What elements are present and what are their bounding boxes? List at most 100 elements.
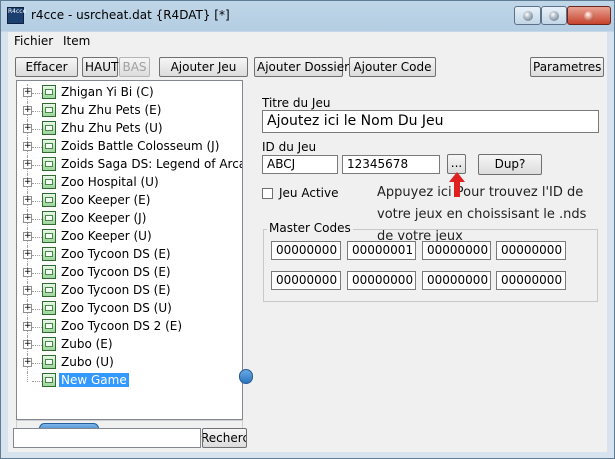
tree-item[interactable]: + Zubo (E) [17, 336, 242, 354]
master-code-field[interactable]: 00000000 [422, 241, 491, 260]
expand-plus-icon[interactable]: + [23, 358, 32, 367]
master-code-field[interactable]: 00000000 [496, 241, 566, 260]
master-code-field[interactable]: 00000000 [422, 271, 491, 290]
expand-plus-icon[interactable]: + [23, 124, 32, 133]
bas-button[interactable]: BAS [119, 57, 150, 77]
expand-plus-icon[interactable]: + [23, 232, 32, 241]
tree-line [32, 111, 42, 113]
vertical-scrollbar-thumb[interactable] [239, 369, 253, 384]
game-icon [42, 157, 56, 171]
game-icon [42, 247, 56, 261]
title-bar[interactable]: R4cce r4cce - usrcheat.dat {R4DAT} [*] [1, 1, 614, 31]
game-crc-field[interactable]: 12345678 [342, 155, 440, 174]
maximize-icon [549, 10, 559, 21]
expand-plus-icon[interactable]: + [23, 214, 32, 223]
tree-item[interactable]: + Zoo Tycoon DS 2 (E) [17, 318, 242, 336]
minimize-button[interactable] [514, 6, 541, 25]
master-code-field[interactable]: 00000000 [347, 271, 416, 290]
tree-line [32, 237, 42, 239]
tree-item[interactable]: + Zoids Battle Colosseum (J) [17, 138, 242, 156]
master-code-field[interactable]: 00000001 [347, 241, 416, 260]
expand-plus-icon[interactable]: + [23, 88, 32, 97]
tree-item[interactable]: + Zoo Tycoon DS (E) [17, 282, 242, 300]
expand-plus-icon[interactable]: + [23, 322, 32, 331]
game-icon [42, 193, 56, 207]
jeu-active-checkbox[interactable] [262, 188, 273, 199]
recherche-button-label: Recherche [202, 431, 246, 445]
expand-plus-icon[interactable]: + [23, 196, 32, 205]
dup-button[interactable]: Dup? [478, 154, 542, 175]
ajouter-jeu-button[interactable]: Ajouter Jeu [159, 57, 248, 77]
search-input[interactable] [13, 428, 201, 448]
game-tree[interactable]: + Zhigan Yi Bi (C) + Zhu Zhu Pets (E) + Zhu Z… [16, 80, 243, 420]
tree-item-selected[interactable]: New Game [17, 372, 242, 390]
game-icon [42, 337, 56, 351]
tree-item[interactable]: + Zoo Keeper (J) [17, 210, 242, 228]
menu-fichier[interactable]: Fichier [14, 34, 53, 48]
expand-plus-icon[interactable]: + [23, 268, 32, 277]
effacer-button[interactable]: Effacer [15, 57, 78, 77]
tree-line [32, 345, 42, 347]
master-code-field[interactable]: 00000000 [496, 271, 566, 290]
game-icon [42, 319, 56, 333]
expand-plus-icon[interactable]: + [23, 250, 32, 259]
expand-plus-icon[interactable]: + [23, 160, 32, 169]
recherche-button[interactable]: Recherche [202, 428, 247, 448]
tree-item-label: Zubo (U) [61, 355, 114, 369]
tree-item-label: Zoo Tycoon DS (U) [61, 301, 172, 315]
parametres-button[interactable]: Parametres [530, 57, 604, 77]
game-icon [42, 229, 56, 243]
haut-button[interactable]: HAUT [82, 57, 118, 77]
master-code-field[interactable]: 00000000 [271, 241, 341, 260]
tree-item[interactable]: + Zoo Keeper (U) [17, 228, 242, 246]
maximize-button[interactable] [541, 6, 567, 25]
tree-item[interactable]: + Zubo (U) [17, 354, 242, 372]
expand-plus-icon[interactable]: + [23, 304, 32, 313]
expand-plus-icon[interactable]: + [23, 178, 32, 187]
tree-line [32, 273, 42, 275]
close-button[interactable] [567, 6, 611, 25]
game-icon [42, 139, 56, 153]
game-icon [42, 373, 56, 387]
client-area: Fichier Item Effacer HAUT BAS Ajouter Je… [8, 32, 607, 452]
tree-item-label: Zubo (E) [61, 337, 113, 351]
tree-item[interactable]: + Zoo Tycoon DS (E) [17, 264, 242, 282]
tree-line [32, 291, 42, 293]
tree-item[interactable]: + Zoo Tycoon DS (E) [17, 246, 242, 264]
tree-item-label: Zoo Keeper (J) [61, 211, 147, 225]
ajouter-dossier-button[interactable]: Ajouter Dossier [254, 57, 349, 77]
tree-item[interactable]: + Zhigan Yi Bi (C) [17, 84, 242, 102]
tree-line [32, 201, 42, 203]
tree-item[interactable]: + Zhu Zhu Pets (U) [17, 120, 242, 138]
window-title: r4cce - usrcheat.dat {R4DAT} [*] [31, 8, 230, 22]
menu-bar: Fichier Item [8, 32, 607, 50]
expand-plus-icon[interactable]: + [23, 106, 32, 115]
tree-line [27, 372, 29, 382]
tree-item[interactable]: + Zoo Hospital (U) [17, 174, 242, 192]
tree-item[interactable]: + Zhu Zhu Pets (E) [17, 102, 242, 120]
tree-line [32, 309, 42, 311]
titre-du-jeu-label: Titre du Jeu [262, 96, 331, 110]
ajouter-code-button[interactable]: Ajouter Code [349, 57, 436, 77]
game-icon [42, 211, 56, 225]
tree-item-label: Zoo Tycoon DS 2 (E) [61, 319, 183, 333]
master-code-field[interactable]: 00000000 [271, 271, 341, 290]
game-id-field[interactable]: ABCJ [262, 155, 338, 174]
browse-button[interactable]: ... [447, 154, 466, 174]
annotation-line-2: votre jeux en choissisant le .nds [377, 207, 587, 222]
tree-item-label: Zoo Hospital (U) [61, 175, 159, 189]
expand-plus-icon[interactable]: + [23, 340, 32, 349]
expand-plus-icon[interactable]: + [23, 142, 32, 151]
titre-du-jeu-field[interactable]: Ajoutez ici le Nom Du Jeu [262, 110, 599, 133]
tree-item[interactable]: + Zoids Saga DS: Legend of Arcadia [17, 156, 242, 174]
game-icon [42, 301, 56, 315]
expand-plus-icon[interactable]: + [23, 286, 32, 295]
tree-item-label: Zhigan Yi Bi (C) [61, 85, 154, 99]
game-icon [42, 265, 56, 279]
tree-item-label: Zoo Tycoon DS (E) [61, 283, 171, 297]
tree-item[interactable]: + Zoo Keeper (E) [17, 192, 242, 210]
tree-item[interactable]: + Zoo Tycoon DS (U) [17, 300, 242, 318]
annotation-line-1: Appuyez ici Pour trouvez l'ID de [377, 185, 584, 200]
menu-item[interactable]: Item [63, 34, 90, 48]
tree-item-label: Zoo Tycoon DS (E) [61, 265, 171, 279]
